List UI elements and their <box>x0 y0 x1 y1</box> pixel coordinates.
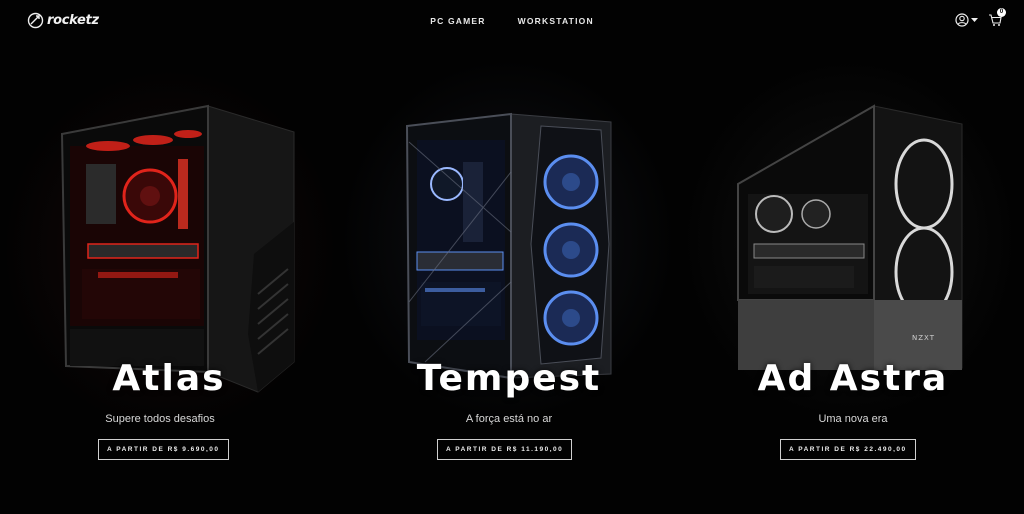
page: rocketz PC GAMER WORKSTATION 0 Atlas Sup… <box>0 0 1024 514</box>
price-button[interactable]: A PARTIR DE R$ 9.690,00 <box>98 439 229 460</box>
product-subtitle: A força está no ar <box>465 413 553 425</box>
tempest-case-image[interactable] <box>405 112 615 382</box>
price-button[interactable]: A PARTIR DE R$ 11.190,00 <box>437 439 573 460</box>
product-title: Ad Astra <box>757 358 949 399</box>
ad-astra-case-image[interactable]: NZXT <box>734 104 966 374</box>
product-title: Tempest <box>416 358 602 399</box>
product-ad-astra[interactable]: NZXT Ad Astra Uma nova era A PARTIR DE R… <box>682 0 1024 514</box>
product-tempest[interactable]: Tempest A força está no ar A PARTIR DE R… <box>341 0 682 514</box>
price-button[interactable]: A PARTIR DE R$ 22.490,00 <box>780 439 916 460</box>
product-subtitle: Uma nova era <box>818 413 888 425</box>
product-subtitle: Supere todos desafios <box>105 413 215 425</box>
atlas-case-image[interactable] <box>58 104 298 394</box>
product-title: Atlas <box>112 358 226 399</box>
svg-text:NZXT: NZXT <box>912 334 935 342</box>
product-atlas[interactable]: Atlas Supere todos desafios A PARTIR DE … <box>0 0 341 514</box>
